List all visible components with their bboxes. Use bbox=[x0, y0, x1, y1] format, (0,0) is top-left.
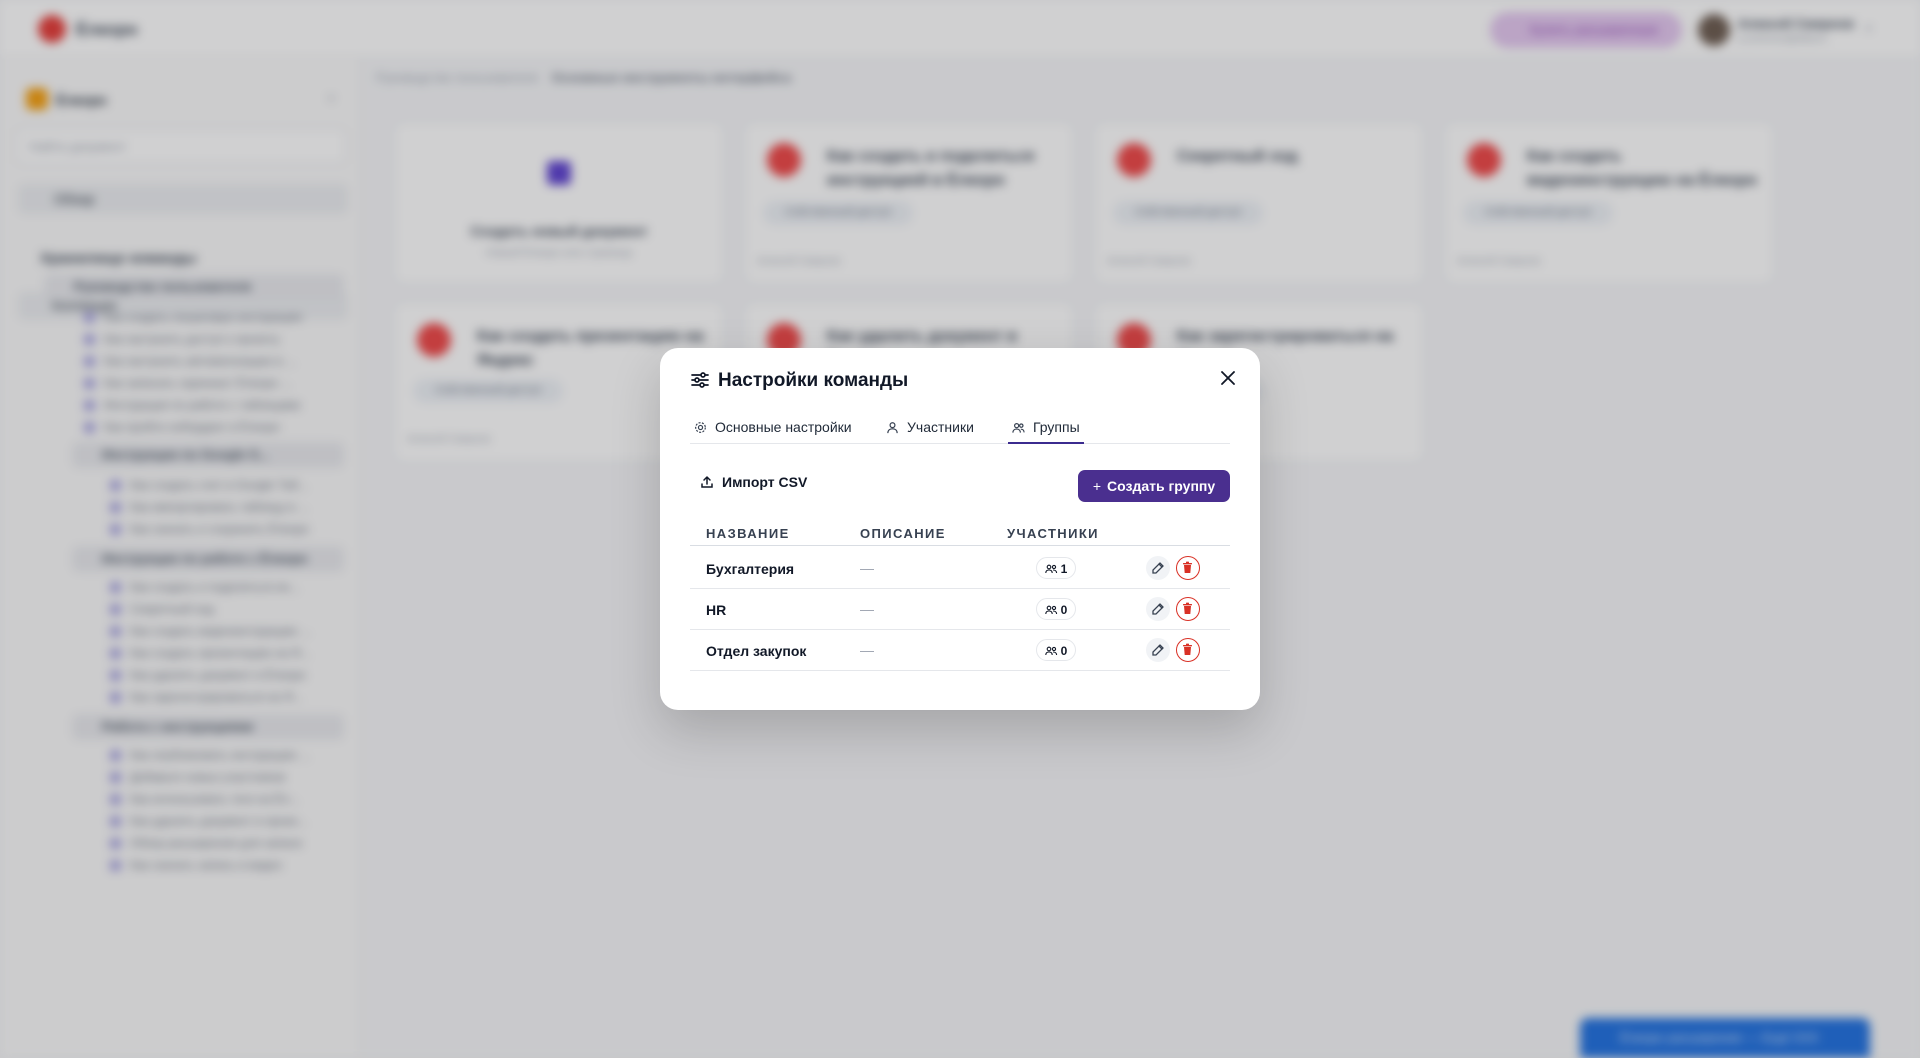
import-csv-button[interactable]: Импорт CSV bbox=[700, 474, 807, 490]
member-count: 0 bbox=[1060, 603, 1068, 617]
pencil-icon bbox=[1152, 562, 1164, 574]
modal-tabs: Основные настройки Участники Группы bbox=[690, 410, 1230, 444]
member-count-badge: 1 bbox=[1036, 557, 1076, 579]
upload-icon bbox=[701, 475, 713, 488]
table-row: Бухгалтерия — 1 bbox=[690, 548, 1230, 589]
tab-label: Участники bbox=[907, 419, 974, 435]
table-row: HR — 0 bbox=[690, 589, 1230, 630]
tab-label: Основные настройки bbox=[715, 419, 852, 435]
gear-icon bbox=[695, 422, 706, 433]
edit-group-button[interactable] bbox=[1146, 638, 1170, 662]
delete-group-button[interactable] bbox=[1176, 556, 1200, 580]
users-icon bbox=[1044, 564, 1057, 574]
group-description: — bbox=[860, 601, 874, 617]
settings-sliders-icon bbox=[691, 372, 709, 388]
plus-icon: + bbox=[1092, 478, 1102, 494]
tab-label: Группы bbox=[1033, 419, 1080, 435]
column-header-name: НАЗВАНИЕ bbox=[706, 526, 790, 541]
member-count: 1 bbox=[1060, 562, 1068, 576]
users-icon bbox=[1012, 422, 1025, 433]
team-settings-modal: Настройки команды Основные настройки Уча… bbox=[660, 348, 1260, 710]
user-icon bbox=[887, 422, 898, 434]
create-group-label: Создать группу bbox=[1107, 478, 1216, 494]
close-icon[interactable] bbox=[1216, 366, 1240, 390]
group-name: Бухгалтерия bbox=[706, 561, 795, 577]
pencil-icon bbox=[1152, 644, 1164, 656]
tab-general-settings[interactable]: Основные настройки bbox=[694, 410, 852, 444]
users-icon bbox=[1044, 646, 1057, 656]
table-header: НАЗВАНИЕ ОПИСАНИЕ УЧАСТНИКИ bbox=[690, 524, 1230, 546]
member-count: 0 bbox=[1060, 644, 1068, 658]
member-count-badge: 0 bbox=[1036, 598, 1076, 620]
member-count-badge: 0 bbox=[1036, 639, 1076, 661]
trash-icon bbox=[1183, 602, 1192, 614]
table-row: Отдел закупок — 0 bbox=[690, 630, 1230, 671]
tab-members[interactable]: Участники bbox=[886, 410, 974, 444]
delete-group-button[interactable] bbox=[1176, 597, 1200, 621]
trash-icon bbox=[1183, 561, 1192, 573]
column-header-description: ОПИСАНИЕ bbox=[860, 526, 946, 541]
import-csv-label: Импорт CSV bbox=[722, 474, 808, 490]
group-name: HR bbox=[706, 602, 727, 618]
create-group-button[interactable]: + Создать группу bbox=[1078, 470, 1230, 502]
group-description: — bbox=[860, 642, 874, 658]
trash-icon bbox=[1183, 643, 1192, 655]
delete-group-button[interactable] bbox=[1176, 638, 1200, 662]
edit-group-button[interactable] bbox=[1146, 597, 1170, 621]
tab-groups[interactable]: Группы bbox=[1008, 410, 1084, 444]
users-icon bbox=[1044, 605, 1057, 615]
group-description: — bbox=[860, 560, 874, 576]
edit-group-button[interactable] bbox=[1146, 556, 1170, 580]
group-name: Отдел закупок bbox=[706, 643, 807, 659]
modal-title: Настройки команды bbox=[718, 370, 909, 391]
pencil-icon bbox=[1152, 603, 1164, 615]
column-header-members: УЧАСТНИКИ bbox=[1007, 526, 1099, 541]
